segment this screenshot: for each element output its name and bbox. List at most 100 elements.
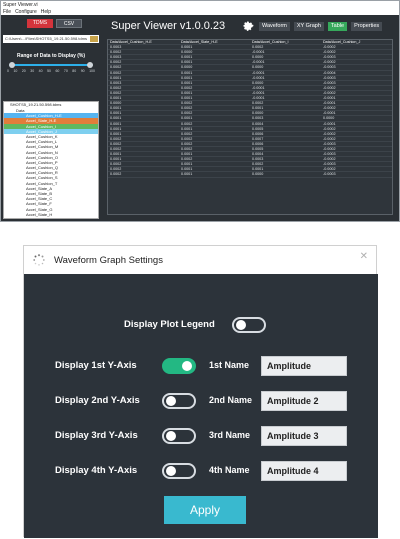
- table-cell[interactable]: 0.0001: [179, 91, 250, 95]
- table-cell[interactable]: 0.0006: [250, 132, 321, 136]
- table-cell[interactable]: 0.0002: [108, 172, 179, 176]
- table-cell[interactable]: 0.0005: [250, 127, 321, 131]
- table-cell[interactable]: -0.0003: [321, 76, 392, 80]
- table-cell[interactable]: 0.0001: [108, 122, 179, 126]
- table-cell[interactable]: 0.0000: [250, 172, 321, 176]
- tree-channel-item[interactable]: Microphone_Foot: [4, 217, 98, 218]
- table-cell[interactable]: 0.0002: [179, 157, 250, 161]
- table-cell[interactable]: 0.0002: [250, 101, 321, 105]
- folder-icon[interactable]: [90, 36, 98, 42]
- table-cell[interactable]: -0.0003: [321, 172, 392, 176]
- table-header-cell[interactable]: Data/Accel_Cushion_H-E: [108, 40, 179, 44]
- table-cell[interactable]: 0.0000: [250, 65, 321, 69]
- table-cell[interactable]: 0.0001: [108, 96, 179, 100]
- table-cell[interactable]: 0.0002: [250, 162, 321, 166]
- table-cell[interactable]: 0.0001: [179, 127, 250, 131]
- table-cell[interactable]: 0.0000: [179, 50, 250, 54]
- table-cell[interactable]: 0.0000: [108, 101, 179, 105]
- apply-button[interactable]: Apply: [164, 496, 246, 524]
- table-cell[interactable]: 0.0001: [108, 111, 179, 115]
- table-cell[interactable]: 0.0000: [250, 81, 321, 85]
- data-table[interactable]: Data/Accel_Cushion_H-E Data/Accel_Slate_H…: [107, 39, 393, 215]
- table-cell[interactable]: 0.0001: [250, 106, 321, 110]
- plot-legend-toggle[interactable]: [232, 317, 266, 333]
- table-cell[interactable]: 0.0002: [179, 147, 250, 151]
- table-cell[interactable]: -0.0003: [321, 65, 392, 69]
- gear-icon[interactable]: [243, 21, 254, 32]
- table-cell[interactable]: -0.0001: [250, 96, 321, 100]
- table-cell[interactable]: 0.0001: [179, 167, 250, 171]
- table-cell[interactable]: -0.0002: [321, 167, 392, 171]
- table-cell[interactable]: 0.0002: [179, 132, 250, 136]
- y-axis-3-name-field[interactable]: Amplitude 3: [261, 426, 347, 446]
- y-axis-2-toggle[interactable]: [162, 393, 196, 409]
- table-cell[interactable]: 0.0001: [250, 167, 321, 171]
- table-cell[interactable]: -0.0002: [321, 91, 392, 95]
- table-cell[interactable]: 0.0007: [250, 137, 321, 141]
- table-cell[interactable]: -0.0002: [321, 45, 392, 49]
- table-cell[interactable]: 0.0001: [108, 116, 179, 120]
- properties-button[interactable]: Properties: [351, 22, 383, 31]
- table-cell[interactable]: 0.0006: [250, 142, 321, 146]
- table-cell[interactable]: 0.0004: [250, 122, 321, 126]
- table-cell[interactable]: 0.0001: [179, 60, 250, 64]
- table-cell[interactable]: 0.0002: [179, 101, 250, 105]
- y-axis-1-toggle[interactable]: [162, 358, 196, 374]
- table-cell[interactable]: 0.0000: [321, 116, 392, 120]
- table-cell[interactable]: 0.0002: [108, 167, 179, 171]
- channel-tree[interactable]: SHOTS5_19.21.50.598.tdms Data Accel_Cush…: [3, 101, 99, 219]
- table-cell[interactable]: -0.0002: [321, 127, 392, 131]
- table-header-cell[interactable]: Data/Accel_Slate_H-E: [179, 40, 250, 44]
- table-header-cell[interactable]: Data/Accel_Cushion_I: [250, 40, 321, 44]
- table-cell[interactable]: 0.0000: [250, 55, 321, 59]
- table-button[interactable]: Table: [327, 22, 348, 31]
- table-cell[interactable]: 0.0002: [108, 142, 179, 146]
- y-axis-3-toggle[interactable]: [162, 428, 196, 444]
- table-cell[interactable]: 0.0001: [179, 152, 250, 156]
- table-cell[interactable]: -0.0003: [321, 152, 392, 156]
- table-cell[interactable]: -0.0001: [250, 50, 321, 54]
- table-cell[interactable]: -0.0004: [321, 71, 392, 75]
- table-cell[interactable]: -0.0003: [321, 55, 392, 59]
- table-cell[interactable]: 0.0001: [108, 132, 179, 136]
- range-low-handle[interactable]: [9, 62, 15, 68]
- table-cell[interactable]: 0.0002: [179, 111, 250, 115]
- table-cell[interactable]: -0.0002: [321, 60, 392, 64]
- table-cell[interactable]: 0.0002: [108, 50, 179, 54]
- y-axis-4-toggle[interactable]: [162, 463, 196, 479]
- table-cell[interactable]: 0.0003: [108, 45, 179, 49]
- table-cell[interactable]: 0.0002: [108, 86, 179, 90]
- tab-csv[interactable]: CSV: [56, 19, 82, 28]
- table-cell[interactable]: 0.0001: [179, 81, 250, 85]
- table-cell[interactable]: 0.0002: [108, 162, 179, 166]
- table-cell[interactable]: -0.0003: [321, 142, 392, 146]
- table-cell[interactable]: 0.0000: [250, 111, 321, 115]
- y-axis-2-name-field[interactable]: Amplitude 2: [261, 391, 347, 411]
- table-cell[interactable]: -0.0002: [321, 157, 392, 161]
- tab-tdms[interactable]: TDMS: [27, 19, 53, 28]
- table-cell[interactable]: 0.0002: [179, 86, 250, 90]
- table-cell[interactable]: 0.0002: [108, 91, 179, 95]
- table-cell[interactable]: 0.0002: [179, 137, 250, 141]
- table-cell[interactable]: 0.0001: [108, 106, 179, 110]
- table-cell[interactable]: 0.0001: [179, 55, 250, 59]
- table-cell[interactable]: -0.0001: [250, 71, 321, 75]
- table-cell[interactable]: 0.0001: [108, 127, 179, 131]
- table-cell[interactable]: 0.0001: [179, 162, 250, 166]
- table-cell[interactable]: 0.0003: [250, 157, 321, 161]
- table-cell[interactable]: -0.0002: [321, 137, 392, 141]
- table-cell[interactable]: -0.0001: [250, 60, 321, 64]
- table-cell[interactable]: -0.0002: [321, 106, 392, 110]
- table-cell[interactable]: 0.0000: [179, 65, 250, 69]
- table-cell[interactable]: 0.0002: [179, 122, 250, 126]
- table-cell[interactable]: 0.0002: [179, 142, 250, 146]
- table-cell[interactable]: 0.0001: [179, 45, 250, 49]
- table-cell[interactable]: 0.0001: [108, 157, 179, 161]
- table-cell[interactable]: -0.0001: [321, 96, 392, 100]
- table-cell[interactable]: 0.0001: [179, 172, 250, 176]
- table-cell[interactable]: 0.0002: [250, 45, 321, 49]
- table-header-cell[interactable]: Data/Accel_Cushion_J: [321, 40, 392, 44]
- table-cell[interactable]: -0.0002: [321, 147, 392, 151]
- table-cell[interactable]: 0.0003: [108, 81, 179, 85]
- y-axis-1-name-field[interactable]: Amplitude: [261, 356, 347, 376]
